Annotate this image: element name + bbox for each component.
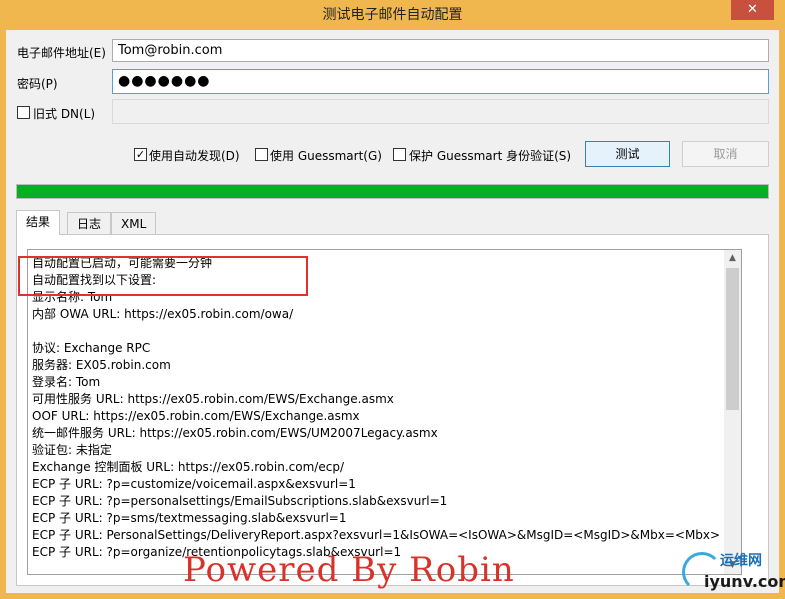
close-button[interactable]: ✕ [731,0,774,20]
result-line: 可用性服务 URL: https://ex05.robin.com/EWS/Ex… [32,392,394,406]
result-line: 统一邮件服务 URL: https://ex05.robin.com/EWS/U… [32,426,438,440]
email-label: 电子邮件地址(E) [17,46,106,60]
test-button[interactable]: 测试 [585,141,670,167]
window-title: 测试电子邮件自动配置 [322,7,463,23]
legacy-dn-checkbox[interactable] [17,106,30,119]
results-textbox[interactable]: 自动配置已启动，可能需要一分钟 自动配置找到以下设置: 显示名称: Tom 内部… [27,249,742,575]
result-line: ECP 子 URL: ?p=personalsettings/EmailSubs… [32,494,448,508]
result-line: 登录名: Tom [32,375,101,389]
guessmart-label: 使用 Guessmart(G) [270,149,382,163]
result-line: 协议: Exchange RPC [32,341,151,355]
email-field[interactable]: Tom@robin.com [112,39,769,62]
guessmart-checkbox[interactable] [255,148,268,161]
result-line: Exchange 控制面板 URL: https://ex05.robin.co… [32,460,344,474]
tab-results[interactable]: 结果 [16,210,61,235]
legacy-dn-label: 旧式 DN(L) [33,107,96,121]
result-line: OOF URL: https://ex05.robin.com/EWS/Exch… [32,409,360,423]
progress-bar [16,184,769,199]
tab-xml[interactable]: XML [111,212,157,234]
scroll-up-icon[interactable]: ▲ [724,250,741,267]
result-line: 验证包: 未指定 [32,443,112,457]
result-line: ECP 子 URL: PersonalSettings/DeliveryRepo… [32,528,721,542]
logo-domain-text: iyunv.com [704,572,785,591]
autodiscover-label: 使用自动发现(D) [149,149,240,163]
title-bar[interactable]: 测试电子邮件自动配置 ✕ [0,0,785,30]
watermark-text: Powered By Robin [183,550,515,590]
annotation-highlight-box [18,256,308,296]
autodiscover-checkbox[interactable]: ✓ [134,148,147,161]
legacy-dn-field [112,99,769,124]
result-line [32,323,720,340]
result-line: ECP 子 URL: ?p=customize/voicemail.aspx&e… [32,477,356,491]
dialog-body: 电子邮件地址(E) Tom@robin.com 密码(P) ●●●●●●● 旧式… [6,30,779,593]
site-logo: 运维网 iyunv.com [680,548,785,594]
result-line: 内部 OWA URL: https://ex05.robin.com/owa/ [32,307,294,321]
result-line: 服务器: EX05.robin.com [32,358,171,372]
secure-guessmart-checkbox[interactable] [393,148,406,161]
scrollbar-thumb[interactable] [726,268,739,410]
tab-log[interactable]: 日志 [67,212,112,234]
cancel-button: 取消 [682,141,769,167]
logo-cn-text: 运维网 [720,553,762,569]
results-scrollbar[interactable]: ▲ ▼ [724,250,741,574]
results-lines: 自动配置已启动，可能需要一分钟 自动配置找到以下设置: 显示名称: Tom 内部… [32,255,720,561]
result-line: ECP 子 URL: ?p=sms/textmessaging.slab&exs… [32,511,347,525]
secure-guessmart-label: 保护 Guessmart 身份验证(S) [409,149,572,163]
autoconfig-dialog: 测试电子邮件自动配置 ✕ 电子邮件地址(E) Tom@robin.com 密码(… [0,0,785,599]
password-field[interactable]: ●●●●●●● [112,69,769,94]
progress-fill [17,185,768,198]
password-label: 密码(P) [17,77,58,91]
